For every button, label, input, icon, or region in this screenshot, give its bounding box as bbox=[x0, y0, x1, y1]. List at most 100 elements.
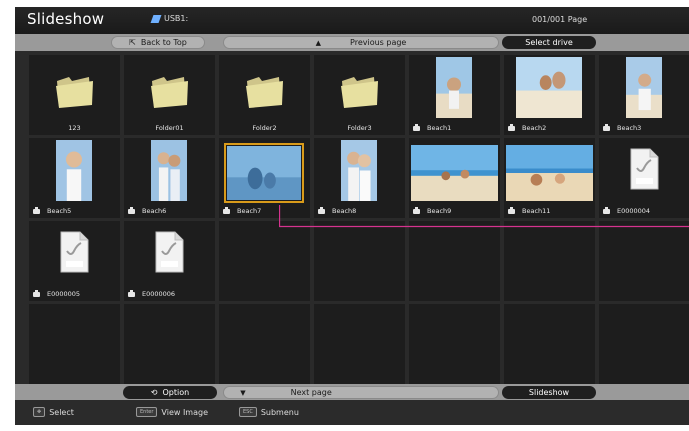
esc-key-icon: ESC bbox=[239, 407, 257, 417]
previous-page-label: Previous page bbox=[350, 38, 407, 47]
photo-thumbnail bbox=[151, 140, 187, 201]
title-bar: Slideshow USB1: 001/001 Page bbox=[15, 7, 689, 34]
back-to-top-button[interactable]: ⇱ Back to Top bbox=[111, 36, 205, 49]
grid-cell-empty bbox=[314, 304, 405, 384]
next-page-button[interactable]: ▼ Next page bbox=[223, 386, 499, 399]
source-indicator: USB1: bbox=[150, 14, 189, 23]
item-label: Beach1 bbox=[413, 123, 451, 132]
option-button[interactable]: ⟲ Option bbox=[123, 386, 217, 399]
photo-thumbnail bbox=[436, 57, 472, 118]
help-submenu-label: Submenu bbox=[260, 407, 299, 417]
camera-icon bbox=[33, 289, 40, 297]
grid-cell-empty bbox=[599, 304, 689, 384]
folder-icon bbox=[246, 77, 283, 108]
item-label: Beach6 bbox=[128, 206, 167, 215]
grid-cell-empty bbox=[219, 221, 310, 301]
option-icon: ⟲ bbox=[150, 388, 158, 397]
usb-icon bbox=[150, 14, 162, 23]
file-item[interactable]: Beach2 bbox=[504, 55, 595, 135]
item-label: Folder2 bbox=[219, 124, 310, 132]
photo-thumbnail bbox=[516, 57, 582, 118]
folder-item[interactable]: Folder01 bbox=[124, 55, 215, 135]
grid-cell-empty bbox=[314, 221, 405, 301]
up-arrow-icon: ▲ bbox=[315, 38, 322, 47]
photo-thumbnail bbox=[341, 140, 377, 201]
item-name: E0000006 bbox=[142, 290, 176, 298]
slideshow-button[interactable]: Slideshow bbox=[502, 386, 596, 399]
folder-item[interactable]: Folder3 bbox=[314, 55, 405, 135]
grid-cell-empty bbox=[29, 304, 120, 384]
camera-icon bbox=[33, 206, 40, 214]
file-item[interactable]: Beach6 bbox=[124, 138, 215, 218]
page-info: 001/001 Page bbox=[532, 15, 588, 24]
enter-key-icon: Enter bbox=[136, 407, 158, 417]
camera-icon bbox=[223, 206, 230, 214]
down-arrow-icon: ▼ bbox=[240, 388, 246, 397]
jpeg-file-icon bbox=[155, 231, 184, 273]
file-item[interactable]: Beach1 bbox=[409, 55, 500, 135]
camera-icon bbox=[508, 123, 515, 131]
item-label: E0000006 bbox=[128, 289, 176, 298]
camera-icon bbox=[603, 123, 610, 131]
jpeg-file-icon bbox=[60, 231, 89, 273]
file-item[interactable]: Beach5 bbox=[29, 138, 120, 218]
grid-cell-empty bbox=[219, 304, 310, 384]
screen-title: Slideshow bbox=[27, 10, 105, 28]
photo-thumbnail bbox=[411, 145, 498, 201]
folder-icon bbox=[151, 77, 188, 108]
item-label: Folder3 bbox=[314, 124, 405, 132]
camera-icon bbox=[128, 289, 135, 297]
photo-thumbnail bbox=[56, 140, 92, 201]
folder-item[interactable]: 123 bbox=[29, 55, 120, 135]
item-name: Beach3 bbox=[617, 124, 642, 132]
grid-cell-empty bbox=[409, 221, 500, 301]
folder-icon bbox=[56, 77, 93, 108]
item-name: 123 bbox=[68, 124, 81, 132]
help-view-label: View Image bbox=[161, 407, 209, 417]
folder-item[interactable]: Folder2 bbox=[219, 55, 310, 135]
help-select: ✥ Select bbox=[33, 407, 74, 417]
top-nav-bar: ⇱ Back to Top ▲ Previous page Select dri… bbox=[15, 34, 689, 51]
grid-cell-empty bbox=[504, 221, 595, 301]
item-name: Beach5 bbox=[47, 207, 72, 215]
file-item[interactable]: E0000006 bbox=[124, 221, 215, 301]
help-bar: ✥ Select Enter View Image ESC Submenu bbox=[15, 400, 689, 425]
folder-icon bbox=[341, 77, 378, 108]
camera-icon bbox=[128, 206, 135, 214]
file-item[interactable]: Beach3 bbox=[599, 55, 689, 135]
item-label: Beach5 bbox=[33, 206, 72, 215]
file-item[interactable]: E0000005 bbox=[29, 221, 120, 301]
option-label: Option bbox=[162, 388, 190, 397]
photo-thumbnail bbox=[506, 145, 593, 201]
back-to-top-label: Back to Top bbox=[140, 38, 187, 47]
grid-cell-empty bbox=[409, 304, 500, 384]
item-name: Folder3 bbox=[347, 124, 372, 132]
jpeg-file-icon bbox=[630, 148, 659, 190]
item-name: Folder01 bbox=[155, 124, 184, 132]
grid-cell-empty bbox=[504, 304, 595, 384]
back-icon: ⇱ bbox=[129, 38, 136, 47]
select-drive-button[interactable]: Select drive bbox=[502, 36, 596, 49]
help-select-label: Select bbox=[49, 407, 74, 417]
grid-cell-empty bbox=[599, 221, 689, 301]
help-view: Enter View Image bbox=[136, 407, 208, 417]
camera-icon bbox=[413, 123, 420, 131]
item-label: Folder01 bbox=[124, 124, 215, 132]
item-name: E0000005 bbox=[47, 290, 81, 298]
select-key-icon: ✥ bbox=[33, 407, 46, 417]
source-label: USB1: bbox=[164, 14, 189, 23]
item-label: 123 bbox=[29, 124, 120, 132]
photo-thumbnail bbox=[626, 57, 662, 118]
item-label: E0000005 bbox=[33, 289, 81, 298]
item-label: Beach7 bbox=[223, 206, 262, 215]
item-name: Folder2 bbox=[252, 124, 277, 132]
bottom-nav-bar: ⟲ Option ▼ Next page Slideshow bbox=[15, 384, 689, 400]
photo-thumbnail bbox=[224, 143, 304, 203]
item-name: Beach2 bbox=[522, 124, 547, 132]
previous-page-button[interactable]: ▲ Previous page bbox=[223, 36, 499, 49]
item-label: Beach2 bbox=[508, 123, 547, 132]
next-page-label: Next page bbox=[290, 388, 332, 397]
item-label: Beach3 bbox=[603, 123, 642, 132]
item-name: Beach7 bbox=[237, 207, 262, 215]
item-name: Beach6 bbox=[142, 207, 167, 215]
